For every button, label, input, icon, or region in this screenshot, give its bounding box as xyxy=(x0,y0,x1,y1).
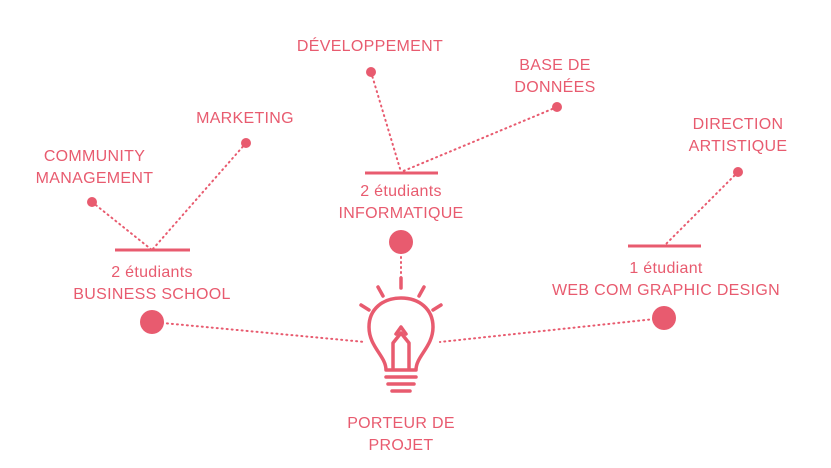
group-business-count: 2 étudiants xyxy=(111,264,193,281)
topic-marketing: MARKETING xyxy=(180,108,310,130)
connector-developpement xyxy=(370,71,402,173)
topic-base-de-donnees: BASE DE DONNÉES xyxy=(495,55,615,99)
topic-base-de-donnees-line2: DONNÉES xyxy=(514,79,596,96)
community-dot xyxy=(87,197,97,207)
topic-base-de-donnees-line1: BASE DE xyxy=(519,57,591,74)
porteur-line2: PROJET xyxy=(368,437,434,454)
lightbulb-icon xyxy=(359,276,443,393)
topic-community-management: COMMUNITY MANAGEMENT xyxy=(22,146,167,190)
group-webcom-count: 1 étudiant xyxy=(629,260,703,277)
topic-developpement-text: DÉVELOPPEMENT xyxy=(296,38,444,55)
topic-developpement: DÉVELOPPEMENT xyxy=(280,36,460,58)
group-business-name: BUSINESS SCHOOL xyxy=(73,286,231,303)
group-informatique-count: 2 étudiants xyxy=(360,183,442,200)
topic-direction-line1: DIRECTION xyxy=(692,116,784,133)
porteur-line1: PORTEUR DE xyxy=(347,415,455,432)
connector-business-to-bulb xyxy=(151,321,366,343)
direction-artistique-dot xyxy=(733,167,743,177)
connector-webcom-to-bulb xyxy=(439,317,665,343)
group-informatique-name: INFORMATIQUE xyxy=(338,205,464,222)
connector-community xyxy=(91,201,153,251)
business-node xyxy=(140,310,164,334)
connector-base-de-donnees xyxy=(400,106,558,173)
base-de-donnees-dot xyxy=(552,102,562,112)
developpement-dot xyxy=(366,67,376,77)
connector-layer xyxy=(87,67,743,393)
informatique-node xyxy=(389,230,413,254)
topic-direction-artistique: DIRECTION ARTISTIQUE xyxy=(668,114,808,158)
topic-direction-line2: ARTISTIQUE xyxy=(688,138,788,155)
project-team-diagram: DÉVELOPPEMENT BASE DE DONNÉES MARKETING … xyxy=(0,0,831,468)
webcom-node xyxy=(652,306,676,330)
connector-direction-artistique xyxy=(663,171,739,247)
group-webcom: 1 étudiant WEB COM GRAPHIC DESIGN xyxy=(527,258,805,302)
porteur-de-projet-label: PORTEUR DE PROJET xyxy=(321,413,481,457)
topic-marketing-text: MARKETING xyxy=(196,110,294,127)
group-business-school: 2 étudiants BUSINESS SCHOOL xyxy=(52,262,252,306)
group-webcom-name: WEB COM GRAPHIC DESIGN xyxy=(552,282,780,299)
topic-community-line2: MANAGEMENT xyxy=(35,170,154,187)
topic-community-line1: COMMUNITY xyxy=(43,148,146,165)
marketing-dot xyxy=(241,138,251,148)
group-informatique: 2 étudiants INFORMATIQUE xyxy=(321,181,481,225)
